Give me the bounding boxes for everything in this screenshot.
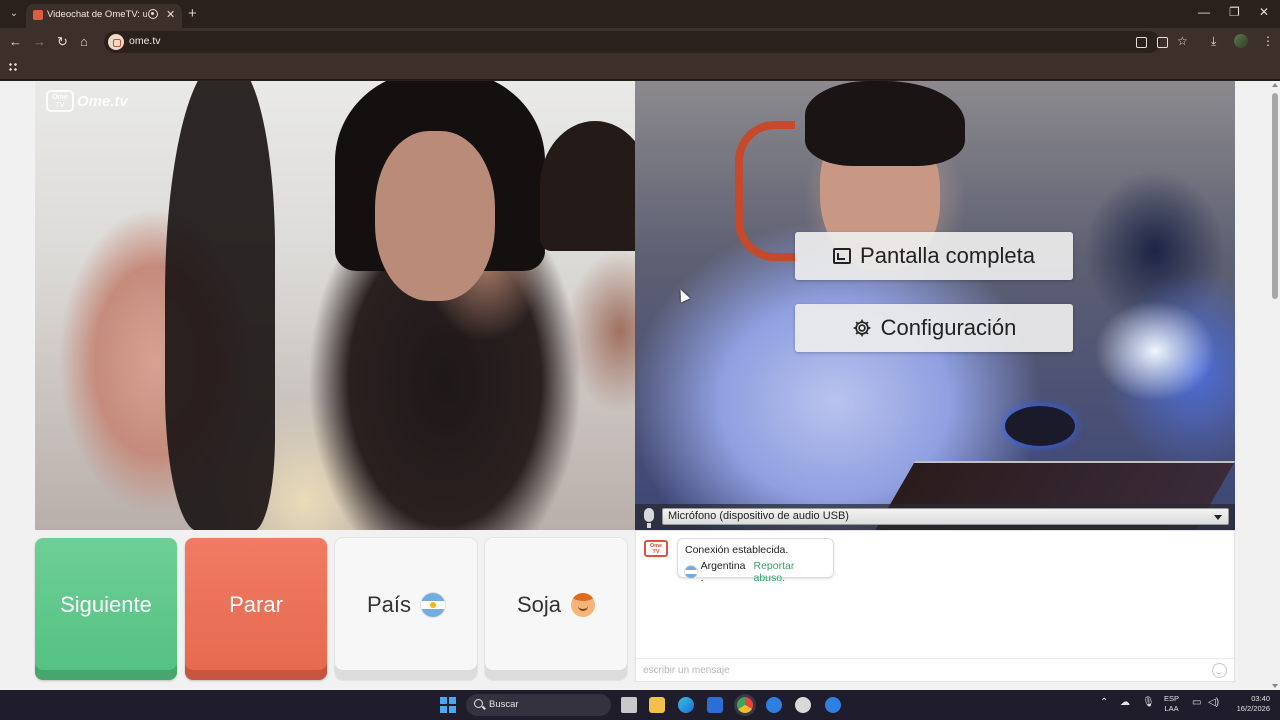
browser-tab[interactable]: Videochat de OmeTV: una ✕ (26, 4, 182, 28)
site-info-icon[interactable] (108, 34, 124, 50)
taskbar-search[interactable]: Buscar (466, 694, 611, 716)
self-video: Pantalla completa Configuración (635, 81, 1235, 530)
scrollbar-thumb[interactable] (1272, 93, 1278, 299)
country-button[interactable]: País (335, 538, 477, 680)
onedrive-icon[interactable]: ☁ (1120, 697, 1130, 708)
fullscreen-icon (833, 248, 852, 264)
window-close-icon[interactable]: ✕ (1259, 5, 1269, 19)
scroll-down-icon[interactable] (1272, 684, 1278, 688)
settings-button[interactable]: Configuración (795, 304, 1073, 352)
input-language[interactable]: ESP LAA (1164, 694, 1179, 714)
emoji-icon[interactable] (1212, 663, 1227, 678)
scroll-up-icon[interactable] (1272, 83, 1278, 87)
volume-icon[interactable]: ◁) (1208, 697, 1219, 708)
chrome-icon[interactable] (737, 697, 753, 713)
translate-icon[interactable] (1136, 37, 1147, 48)
message-input[interactable]: escribir un mensaje (636, 658, 1234, 682)
boy-emoji-icon (571, 593, 596, 617)
media-playing-icon[interactable] (148, 9, 158, 19)
ometv-tv-icon: Ome TV (46, 90, 74, 112)
clock-date: 16/2/2026 (1236, 704, 1270, 713)
page-scrollbar[interactable] (1270, 81, 1280, 690)
home-icon[interactable]: ⌂ (80, 34, 88, 49)
settings-app-icon[interactable] (795, 697, 811, 713)
file-explorer-icon[interactable] (649, 697, 665, 713)
edge-icon[interactable] (678, 697, 694, 713)
next-button[interactable]: Siguiente (35, 538, 177, 680)
app-icon[interactable] (766, 697, 782, 713)
app2-icon[interactable] (825, 697, 841, 713)
stop-button[interactable]: Parar (185, 538, 327, 680)
tab-title: Videochat de OmeTV: una (47, 9, 147, 20)
connection-status: Conexión establecida. (685, 544, 789, 556)
browser-toolbar: ← → ↻ ⌂ ome.tv ☆ ⤓ ⋮ (0, 28, 1280, 56)
microphone-icon (644, 508, 654, 528)
chat-panel: Ome TV Conexión establecida. Argentina .… (635, 530, 1235, 682)
back-icon[interactable]: ← (9, 34, 22, 49)
ometv-page: Ome TV Ome.tv Pantalla completa Configur… (0, 81, 1270, 690)
lang-line1: ESP (1164, 694, 1180, 703)
settings-label: Configuración (880, 315, 1017, 340)
chevron-down-icon (1214, 515, 1222, 520)
clock[interactable]: 03:40 16/2/2026 (1222, 694, 1270, 714)
microphone-select[interactable]: Micrófono (dispositivo de audio USB) (662, 508, 1229, 525)
message-placeholder: escribir un mensaje (643, 665, 730, 676)
stop-label: Parar (229, 592, 283, 617)
argentina-flag-icon (685, 566, 697, 578)
argentina-flag-icon (421, 593, 446, 617)
mail-icon[interactable] (707, 697, 723, 713)
ometv-favicon-icon (33, 10, 43, 20)
apps-grid-icon[interactable] (8, 62, 19, 73)
ometv-logo: Ome TV Ome.tv (46, 90, 128, 112)
browser-titlebar: ⌄ Videochat de OmeTV: una ✕ + — ❐ ✕ (0, 0, 1280, 28)
cast-icon[interactable] (1157, 37, 1168, 48)
ometv-chat-logo-icon: Ome TV (644, 540, 668, 557)
menu-icon[interactable]: ⋮ (1262, 34, 1274, 48)
windows-taskbar: Buscar ⌃ ☁ 🎙 ESP LAA ▭ ◁) 03:40 16/2/202… (0, 690, 1280, 720)
logo-text: Ome.tv (77, 92, 128, 110)
clock-time: 03:40 (1251, 694, 1270, 703)
forward-icon[interactable]: → (33, 34, 46, 49)
gender-label: Soja (516, 592, 562, 617)
gear-icon (853, 319, 870, 337)
microphone-selected: Micrófono (dispositivo de audio USB) (668, 510, 849, 522)
bookmarks-bar (0, 56, 1280, 80)
download-icon[interactable]: ⤓ (1211, 34, 1216, 49)
partner-country: Argentina . (700, 560, 746, 584)
minimize-icon[interactable]: — (1198, 5, 1210, 19)
fullscreen-label: Pantalla completa (860, 243, 1035, 268)
network-icon[interactable]: ▭ (1192, 697, 1201, 708)
url-text: ome.tv (129, 35, 161, 47)
lang-line2: LAA (1164, 704, 1179, 713)
windows-start-icon[interactable] (440, 697, 456, 713)
tray-chevron-icon[interactable]: ⌃ (1100, 697, 1108, 708)
microphone-bar: Micrófono (dispositivo de audio USB) (635, 504, 1235, 530)
tab-search-icon[interactable]: ⌄ (6, 6, 22, 22)
address-bar[interactable]: ome.tv (104, 31, 1168, 53)
maximize-icon[interactable]: ❐ (1229, 5, 1240, 19)
taskbar-search-label: Buscar (489, 699, 519, 710)
system-message: Conexión establecida. Argentina . Report… (677, 538, 834, 584)
report-abuse-link[interactable]: Reportar abuso. (753, 560, 826, 584)
gender-button[interactable]: Soja (485, 538, 627, 680)
fullscreen-button[interactable]: Pantalla completa (795, 232, 1073, 280)
reload-icon[interactable]: ↻ (57, 34, 68, 50)
bookmark-star-icon[interactable]: ☆ (1177, 34, 1188, 48)
new-tab-icon[interactable]: + (188, 5, 197, 22)
task-view-icon[interactable] (621, 697, 637, 713)
tab-close-icon[interactable]: ✕ (166, 8, 175, 21)
search-icon (474, 699, 483, 708)
country-label: País (366, 592, 412, 617)
next-label: Siguiente (60, 592, 152, 617)
microphone-tray-icon[interactable]: 🎙 (1142, 697, 1155, 708)
profile-avatar[interactable] (1234, 34, 1248, 48)
partner-video: Ome TV Ome.tv (35, 81, 635, 530)
